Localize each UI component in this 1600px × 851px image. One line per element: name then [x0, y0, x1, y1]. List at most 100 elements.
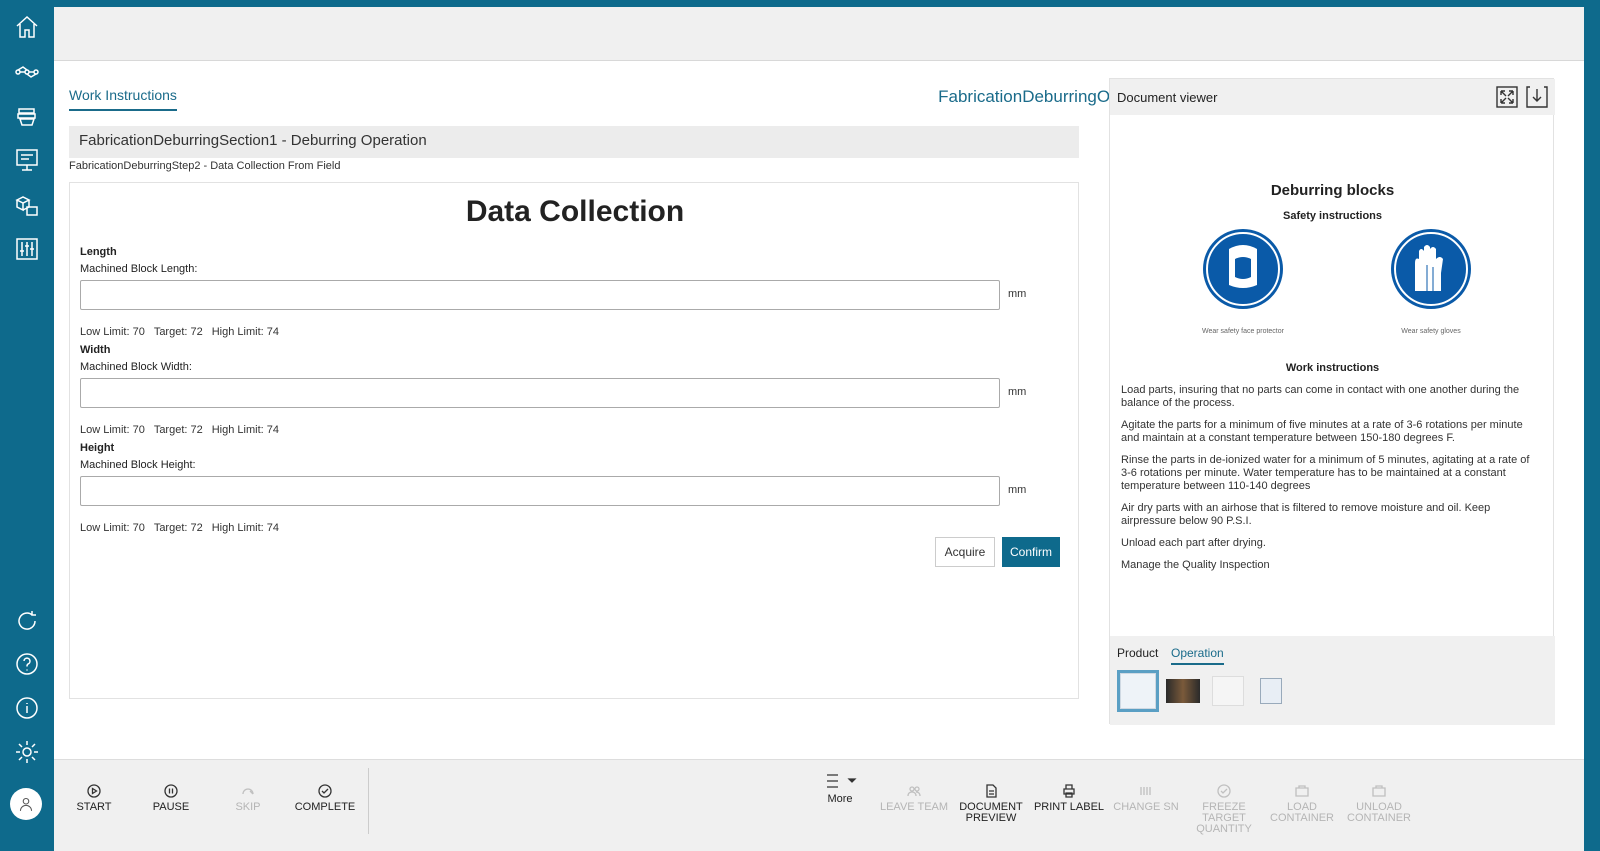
- face-protector-sign-icon: [1203, 229, 1283, 309]
- monitor-icon[interactable]: [13, 146, 41, 174]
- width-input[interactable]: [80, 378, 1000, 408]
- length-input[interactable]: [80, 280, 1000, 310]
- load-container-label: LOAD CONTAINER: [1270, 801, 1334, 824]
- settings-icon[interactable]: [13, 738, 41, 766]
- document-preview-label: DOCUMENT PREVIEW: [959, 801, 1023, 824]
- document-viewer: Document viewer Deburring blocks Safety …: [1109, 78, 1555, 725]
- confirm-button[interactable]: Confirm: [1002, 537, 1060, 567]
- refresh-icon[interactable]: [13, 607, 41, 635]
- routing-icon[interactable]: [13, 58, 41, 86]
- stack-icon[interactable]: [13, 102, 41, 130]
- target: Target: 72: [153, 424, 203, 436]
- serial-number-icon: [1139, 784, 1153, 798]
- instruction-step: Manage the Quality Inspection: [1121, 559, 1270, 571]
- skip-button[interactable]: SKIP: [208, 784, 288, 813]
- unit-label: mm: [1008, 386, 1027, 398]
- complete-button[interactable]: COMPLETE: [285, 784, 365, 813]
- height-group: Height Machined Block Height: mm Low Lim…: [80, 442, 1070, 534]
- sign-caption: Wear safety gloves: [1401, 328, 1461, 335]
- field-label: Machined Block Length:: [80, 263, 198, 275]
- sign-caption: Wear safety face protector: [1202, 328, 1284, 335]
- data-collection-form: Data Collection Length Machined Block Le…: [69, 182, 1079, 699]
- complete-label: COMPLETE: [294, 801, 356, 813]
- pdf-icon[interactable]: [1260, 678, 1282, 704]
- low-limit: Low Limit: 70: [80, 326, 145, 338]
- field-title: Height: [80, 442, 115, 454]
- skip-label: SKIP: [235, 801, 261, 813]
- nav-rail: [0, 0, 54, 851]
- instructions-list: Load parts, insuring that no parts can c…: [1121, 384, 1541, 581]
- low-limit: Low Limit: 70: [80, 522, 145, 534]
- print-label-label: PRINT LABEL: [1033, 801, 1105, 813]
- unload-container-button[interactable]: UNLOAD CONTAINER: [1339, 784, 1419, 824]
- tab-work-instructions[interactable]: Work Instructions: [69, 87, 177, 111]
- check-icon: [1217, 784, 1231, 798]
- freeze-target-quantity-button[interactable]: FREEZE TARGET QUANTITY: [1184, 784, 1264, 835]
- tab-product[interactable]: Product: [1117, 646, 1158, 660]
- low-limit: Low Limit: 70: [80, 424, 145, 436]
- limits: Low Limit: 70 Target: 72 High Limit: 74: [80, 326, 288, 338]
- height-input[interactable]: [80, 476, 1000, 506]
- scrollbar[interactable]: [1584, 7, 1600, 851]
- home-icon[interactable]: [13, 13, 41, 41]
- high-limit: High Limit: 74: [211, 326, 279, 338]
- target: Target: 72: [153, 522, 203, 534]
- container-icon: [1372, 784, 1386, 798]
- user-icon[interactable]: [10, 788, 42, 820]
- instruction-step: Agitate the parts for a minimum of five …: [1121, 419, 1523, 444]
- menu-icon: [821, 772, 859, 790]
- limits: Low Limit: 70 Target: 72 High Limit: 74: [80, 424, 288, 436]
- instructions-heading: Work instructions: [1285, 362, 1380, 374]
- start-button[interactable]: START: [54, 784, 134, 813]
- acquire-button[interactable]: Acquire: [935, 537, 995, 567]
- sliders-icon[interactable]: [13, 235, 41, 263]
- top-bar: [54, 7, 1584, 61]
- operation-title: FabricationDeburringOp3: [938, 87, 1129, 106]
- toolbar-divider: [368, 768, 369, 834]
- printer-icon: [1062, 784, 1076, 798]
- start-label: START: [76, 801, 112, 813]
- pause-label: PAUSE: [152, 801, 190, 813]
- export-icon[interactable]: [1526, 86, 1548, 108]
- expand-icon[interactable]: [1496, 86, 1518, 108]
- pause-button[interactable]: PAUSE: [131, 784, 211, 813]
- instruction-step: Air dry parts with an airhose that is fi…: [1121, 502, 1491, 527]
- more-button[interactable]: More: [800, 772, 880, 805]
- step-title: FabricationDeburringStep2 - Data Collect…: [69, 160, 341, 172]
- info-icon[interactable]: [13, 694, 41, 722]
- change-sn-button[interactable]: CHANGE SN: [1106, 784, 1186, 813]
- unit-label: mm: [1008, 288, 1027, 300]
- limits: Low Limit: 70 Target: 72 High Limit: 74: [80, 522, 288, 534]
- field-label: Machined Block Height:: [80, 459, 196, 471]
- print-label-button[interactable]: PRINT LABEL: [1029, 784, 1109, 813]
- leave-team-button[interactable]: LEAVE TEAM: [874, 784, 954, 813]
- field-title: Length: [80, 246, 117, 258]
- tab-operation[interactable]: Operation: [1171, 646, 1224, 665]
- instruction-step: Unload each part after drying.: [1121, 537, 1266, 549]
- target: Target: 72: [153, 326, 203, 338]
- help-icon[interactable]: [13, 650, 41, 678]
- width-group: Width Machined Block Width: mm Low Limit…: [80, 344, 1070, 436]
- doc-title: Deburring blocks: [1270, 182, 1395, 199]
- play-icon: [87, 784, 101, 798]
- gloves-sign-icon: [1391, 229, 1471, 309]
- document-preview-button[interactable]: DOCUMENT PREVIEW: [951, 784, 1031, 824]
- unload-container-label: UNLOAD CONTAINER: [1347, 801, 1411, 824]
- drawing-thumbnail[interactable]: [1212, 676, 1244, 706]
- check-icon: [318, 784, 332, 798]
- photo-thumbnail[interactable]: [1166, 679, 1200, 703]
- boxes-icon[interactable]: [13, 191, 41, 219]
- viewer-title: Document viewer: [1117, 90, 1218, 105]
- section-title: FabricationDeburringSection1 - Deburring…: [69, 126, 1079, 158]
- field-title: Width: [80, 344, 111, 356]
- document-thumbnail[interactable]: [1117, 670, 1159, 712]
- viewer-footer: Product Operation: [1110, 636, 1555, 725]
- container-icon: [1295, 784, 1309, 798]
- pause-icon: [164, 784, 178, 798]
- load-container-button[interactable]: LOAD CONTAINER: [1262, 784, 1342, 824]
- unit-label: mm: [1008, 484, 1027, 496]
- leave-team-label: LEAVE TEAM: [879, 801, 949, 813]
- change-sn-label: CHANGE SN: [1113, 801, 1179, 813]
- viewer-header: Document viewer: [1110, 79, 1555, 115]
- app-window: Work Instructions FabricationDeburringOp…: [54, 7, 1584, 851]
